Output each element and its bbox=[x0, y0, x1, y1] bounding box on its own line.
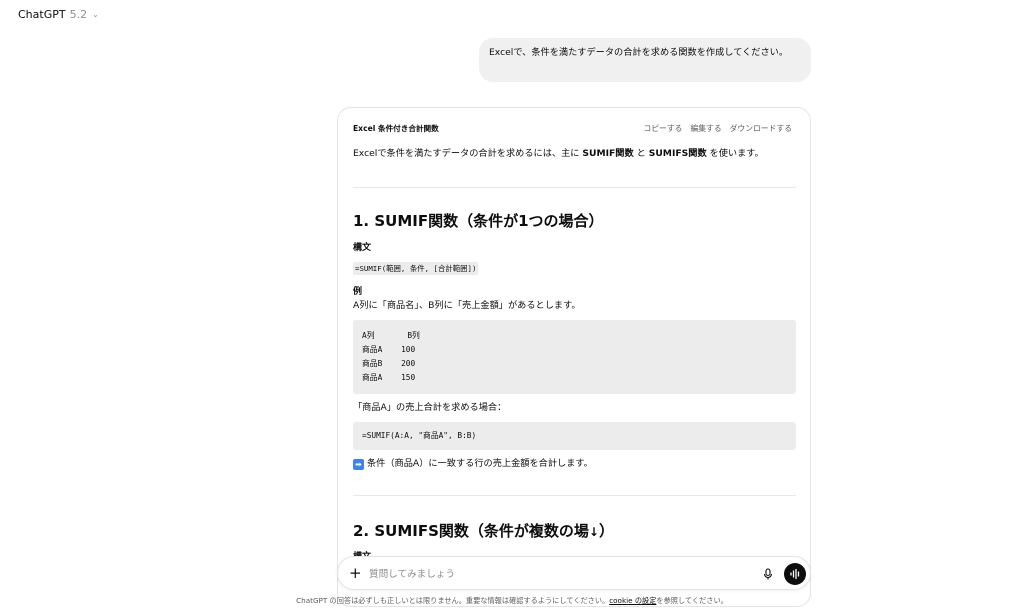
intro-bold-sumif: SUMIF関数 bbox=[582, 148, 634, 159]
app-title: ChatGPT bbox=[18, 8, 66, 21]
edit-button[interactable]: 編集する bbox=[690, 123, 721, 134]
download-button[interactable]: ダウンロードする bbox=[730, 123, 792, 134]
intro-bold-sumifs: SUMIFS関数 bbox=[648, 148, 707, 159]
voice-mode-button[interactable] bbox=[784, 563, 806, 585]
model-selector[interactable]: ChatGPT 5.2 ⌄ bbox=[18, 8, 99, 21]
microphone-icon[interactable] bbox=[761, 567, 775, 581]
composer: + bbox=[337, 556, 811, 590]
prompt-input[interactable] bbox=[369, 566, 749, 582]
divider-2 bbox=[353, 495, 796, 496]
intro-text-mid: と bbox=[633, 148, 649, 159]
table-code-block: A列 B列 商品A 100 商品B 200 商品A 150 bbox=[353, 320, 796, 394]
waveform-icon bbox=[790, 568, 800, 580]
document-content: Excelで条件を満たすデータの合計を求めるには、主に SUMIF関数 と SU… bbox=[353, 147, 796, 562]
canvas-title: Excel 条件付き合計関数 bbox=[353, 123, 439, 133]
example-text: A列に「商品名」、B列に「売上金額」があるとします。 bbox=[353, 300, 581, 311]
section2-heading-text: 2. SUMIFS関数（条件が複数の場 bbox=[353, 522, 589, 540]
section1-heading: 1. SUMIF関数（条件が1つの場合） bbox=[353, 212, 604, 230]
plus-icon[interactable]: + bbox=[349, 564, 362, 582]
canvas-document: Excel 条件付き合計関数 コピーする 編集する ダウンロードする Excel… bbox=[337, 107, 811, 607]
intro-text-end: を使います。 bbox=[706, 148, 764, 159]
user-message-text: Excelで、条件を満たすデータの合計を求める関数を作成してください。 bbox=[489, 47, 789, 58]
syntax-label: 構文 bbox=[353, 243, 372, 253]
intro-paragraph: Excelで条件を満たすデータの合計を求めるには、主に SUMIF関数 と SU… bbox=[353, 147, 795, 161]
example-label: 例 bbox=[353, 287, 363, 297]
user-message-bubble: Excelで、条件を満たすデータの合計を求める関数を作成してください。 bbox=[479, 38, 811, 82]
divider bbox=[353, 187, 796, 188]
copy-button[interactable]: コピーする bbox=[643, 123, 682, 134]
scroll-down-icon[interactable]: ↓ bbox=[589, 525, 599, 539]
canvas-actions: コピーする 編集する ダウンロードする bbox=[643, 123, 792, 134]
result-line: ➡ 条件（商品A）に一致する行の売上金額を合計します。 bbox=[353, 457, 795, 471]
syntax-code: =SUMIF(範囲, 条件, [合計範囲]) bbox=[353, 262, 479, 275]
footer-text: ChatGPT の回答は必ずしも正しいとは限りません。重要な情報は確認するように… bbox=[296, 596, 610, 605]
footer-disclaimer: ChatGPT の回答は必ずしも正しいとは限りません。重要な情報は確認するように… bbox=[0, 596, 1024, 606]
model-version: 5.2 bbox=[69, 8, 88, 21]
right-arrow-icon: ➡ bbox=[353, 459, 364, 470]
chevron-down-icon: ⌄ bbox=[92, 10, 99, 19]
case-text: 「商品A」の売上合計を求める場合： bbox=[353, 402, 507, 413]
canvas-header: Excel 条件付き合計関数 コピーする 編集する ダウンロードする bbox=[353, 122, 792, 134]
section2-heading: 2. SUMIFS関数（条件が複数の場↓） bbox=[353, 522, 795, 541]
section2-heading-end: ） bbox=[598, 522, 614, 540]
formula-code-block: =SUMIF(A:A, "商品A", B:B) bbox=[353, 422, 796, 450]
footer-text-end: を参照してください。 bbox=[656, 596, 728, 605]
intro-text: Excelで条件を満たすデータの合計を求めるには、主に bbox=[353, 148, 583, 159]
result-text: 条件（商品A）に一致する行の売上金額を合計します。 bbox=[367, 458, 593, 469]
cookie-settings-link[interactable]: cookie の設定 bbox=[609, 596, 656, 605]
